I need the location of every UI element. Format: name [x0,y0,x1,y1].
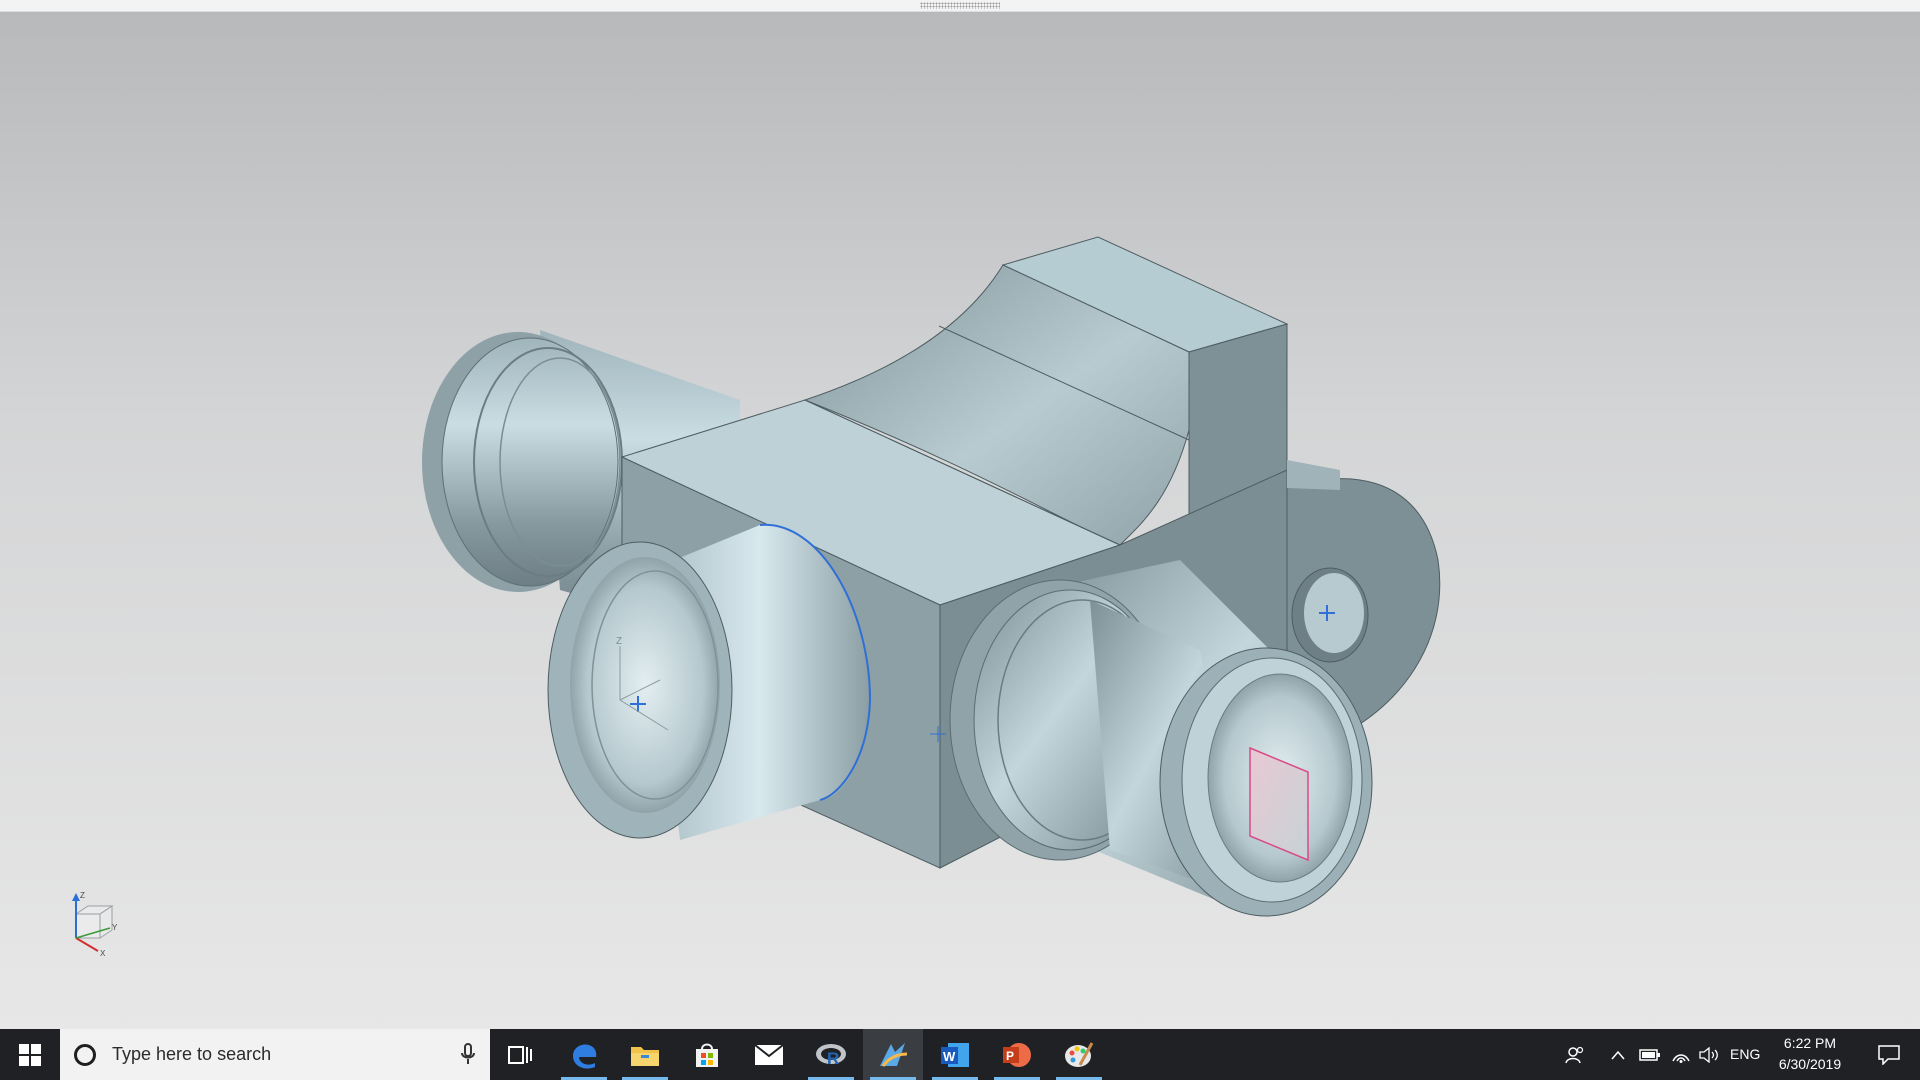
language-indicator[interactable]: ENG [1730,1029,1760,1080]
drag-handle[interactable] [920,2,1000,9]
folder-icon [631,1046,659,1066]
mail-icon [754,1043,784,1065]
microphone-icon[interactable] [460,1042,476,1066]
search-box[interactable]: Type here to search [60,1029,490,1080]
3d-model[interactable]: Z [0,12,1920,1029]
store-icon [696,1043,718,1067]
windows-icon [19,1043,41,1066]
taskbar-powerpoint[interactable]: P [987,1029,1047,1080]
taskbar-edge[interactable] [554,1029,614,1080]
taskbar-file-explorer[interactable] [615,1029,675,1080]
svg-text:Z: Z [616,636,622,647]
battery-icon [1639,1048,1660,1061]
tray-network[interactable] [1667,1029,1695,1080]
wifi-icon [1672,1053,1690,1063]
view-triad[interactable]: Z Y X [62,892,132,977]
r-icon: R [816,1043,846,1068]
taskbar-nx[interactable] [863,1029,923,1080]
front-boss[interactable] [547,523,872,840]
svg-text:P: P [1006,1049,1014,1063]
powerpoint-icon: P [1003,1042,1031,1067]
tray-battery[interactable] [1636,1029,1664,1080]
taskbar-word[interactable]: W [925,1029,985,1080]
edge-icon [573,1043,597,1069]
svg-text:X: X [100,949,106,958]
search-placeholder: Type here to search [112,1044,272,1064]
taskbar-store[interactable] [677,1029,737,1080]
taskbar: Type here to search R W P ENG 6:22 PM 6/… [0,1029,1920,1080]
window-top-strip [0,0,1920,12]
svg-text:W: W [943,1049,956,1064]
clock-date: 6/30/2019 [1778,1056,1842,1072]
taskbar-mail[interactable] [739,1029,799,1080]
nx-icon [880,1042,908,1067]
speaker-icon [1699,1046,1718,1063]
notification-icon [1878,1044,1900,1065]
action-center-button[interactable] [1863,1029,1915,1080]
people-icon [1565,1046,1584,1063]
task-view-button[interactable] [490,1029,550,1080]
graphics-viewport[interactable]: Z Z Y X [0,12,1920,1029]
paint-icon [1065,1041,1094,1067]
taskbar-r[interactable]: R [801,1029,861,1080]
svg-text:Y: Y [112,923,118,932]
taskbar-paint[interactable] [1049,1029,1109,1080]
svg-text:Z: Z [80,892,85,900]
clock-time: 6:22 PM [1783,1035,1837,1051]
task-view-icon [508,1045,532,1064]
tray-overflow[interactable] [1604,1029,1632,1080]
word-icon: W [941,1042,969,1067]
cortana-icon [74,1043,96,1066]
start-button[interactable] [0,1029,60,1080]
chevron-up-icon [1611,1050,1625,1059]
svg-text:R: R [827,1049,839,1068]
tray-people[interactable] [1560,1029,1590,1080]
tray-volume[interactable] [1695,1029,1723,1080]
clock[interactable]: 6:22 PM 6/30/2019 [1765,1033,1855,1075]
